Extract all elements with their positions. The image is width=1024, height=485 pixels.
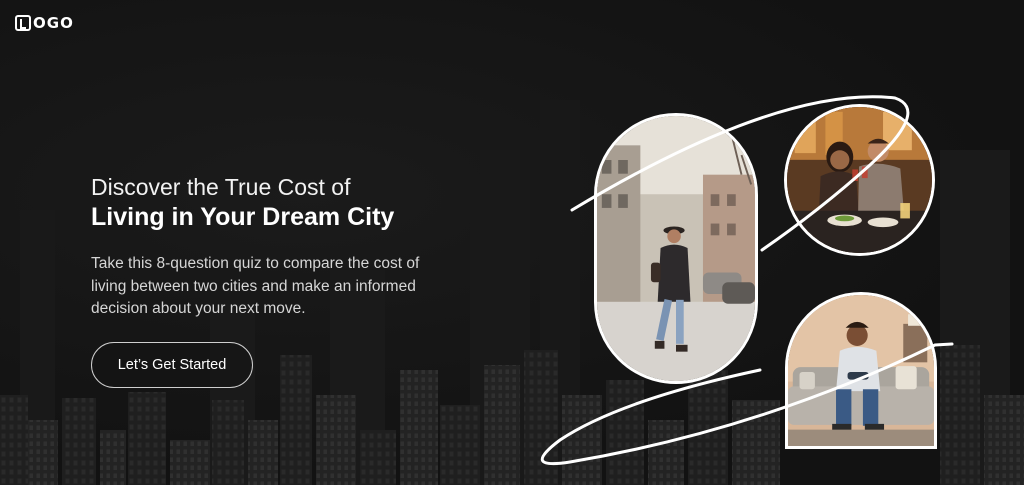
hero-copy: Discover the True Cost of Living in Your… <box>91 173 471 321</box>
gamer-photo <box>785 292 937 449</box>
logo-mark-icon <box>15 15 31 31</box>
logo[interactable]: OGO <box>15 15 74 31</box>
headline-line-2: Living in Your Dream City <box>91 203 395 231</box>
get-started-button[interactable]: Let’s Get Started <box>91 342 253 388</box>
headline-line-1: Discover the True Cost of <box>91 174 351 200</box>
logo-text: OGO <box>33 14 74 32</box>
street-walker-photo <box>594 113 758 384</box>
landing-page: OGO Discover the True Cost of Living in … <box>0 0 1024 485</box>
hero-description: Take this 8-question quiz to compare the… <box>91 255 420 317</box>
dining-couple-photo <box>784 104 935 256</box>
